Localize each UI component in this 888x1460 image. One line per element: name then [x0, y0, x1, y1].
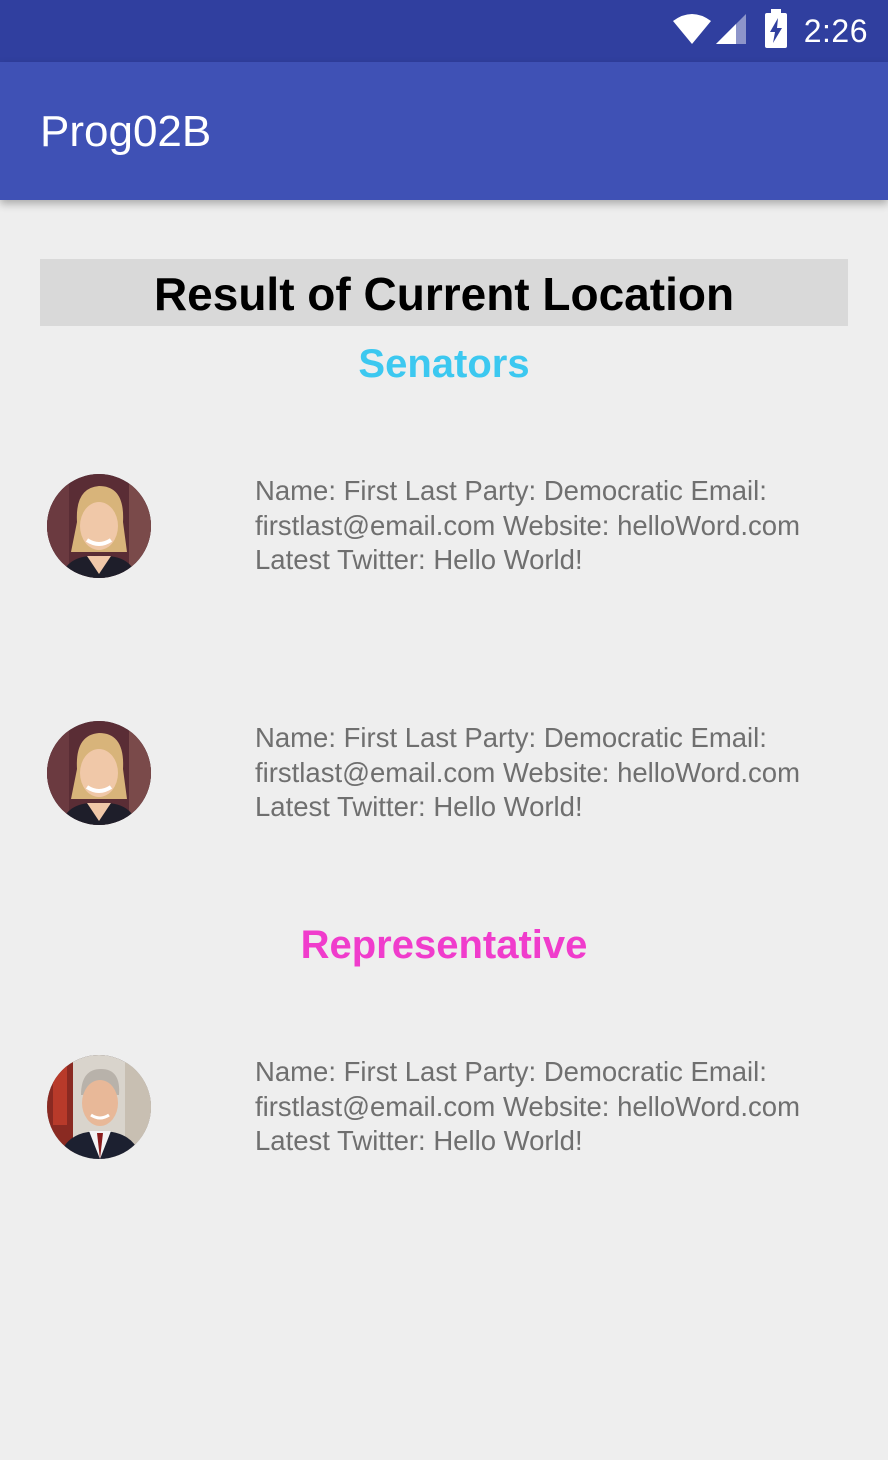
senator-info: Name: First Last Party: Democratic Email…: [255, 475, 800, 575]
senators-title: Senators: [358, 342, 530, 386]
senator-row[interactable]: Name: First Last Party: Democratic Email…: [0, 474, 888, 584]
senator-row[interactable]: Name: First Last Party: Democratic Email…: [0, 721, 888, 831]
app-bar: Prog02B: [0, 62, 888, 200]
avatar: [47, 1055, 151, 1159]
senator-info: Name: First Last Party: Democratic Email…: [255, 722, 800, 822]
status-time: 2:26: [803, 12, 868, 49]
wifi-icon: [672, 13, 712, 50]
result-header: Result of Current Location: [40, 259, 848, 326]
status-bar: 2:26: [0, 0, 888, 62]
battery-charging-icon: [764, 8, 788, 54]
app-title: Prog02B: [40, 107, 212, 156]
signal-icon: [714, 13, 748, 50]
representative-row[interactable]: Name: First Last Party: Democratic Email…: [0, 1055, 888, 1165]
avatar: [47, 721, 151, 825]
representative-title: Representative: [300, 923, 588, 967]
representative-info: Name: First Last Party: Democratic Email…: [255, 1056, 800, 1156]
avatar: [47, 474, 151, 578]
status-icons: 2:26: [672, 0, 868, 62]
